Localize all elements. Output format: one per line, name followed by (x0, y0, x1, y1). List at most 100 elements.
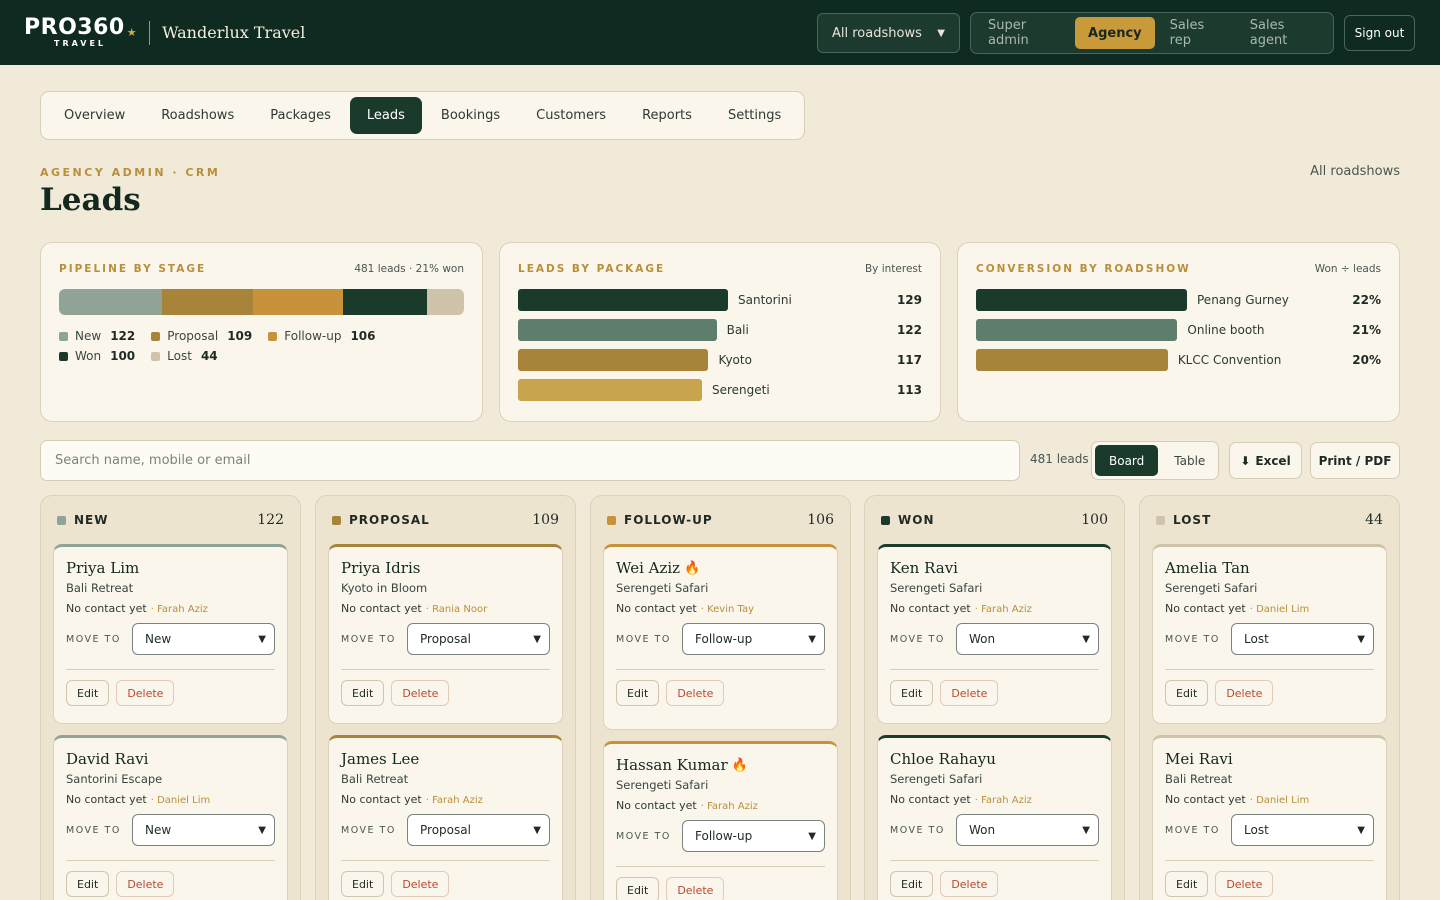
lead-card[interactable]: James Lee Bali Retreat No contact yet · Far… (328, 735, 563, 900)
column-status-dot (881, 515, 890, 525)
delete-button[interactable]: Delete (1215, 680, 1274, 706)
lead-contact-status: No contact yet · Daniel Lim (66, 793, 275, 806)
role-super-admin[interactable]: Super admin (975, 17, 1073, 49)
legend-dot (268, 331, 278, 341)
legend-item-proposal: Proposal 109 (151, 329, 252, 343)
edit-button[interactable]: Edit (616, 680, 660, 706)
delete-button[interactable]: Delete (391, 871, 450, 897)
move-to-select[interactable]: New ▼ (132, 623, 275, 655)
tab-roadshows[interactable]: Roadshows (144, 97, 251, 134)
lead-card[interactable]: Priya Idris Kyoto in Bloom No contact yet ·… (328, 544, 563, 724)
tab-packages[interactable]: Packages (253, 97, 348, 134)
lead-actions: Edit Delete (616, 877, 825, 900)
column-header: NEW 122 (53, 512, 288, 528)
card-divider (616, 866, 825, 867)
assigned-agent: · Daniel Lim (1249, 604, 1310, 615)
delete-button[interactable]: Delete (666, 877, 725, 900)
move-to-select[interactable]: Proposal ▼ (407, 623, 550, 655)
tab-settings[interactable]: Settings (711, 97, 798, 134)
table-view-button[interactable]: Table (1160, 445, 1219, 476)
roadshow-filter-label: All roadshows (1310, 164, 1400, 179)
legend-count: 122 (110, 329, 136, 343)
delete-button[interactable]: Delete (940, 680, 999, 706)
edit-button[interactable]: Edit (341, 871, 385, 897)
edit-button[interactable]: Edit (1165, 871, 1209, 897)
delete-button[interactable]: Delete (1215, 871, 1274, 897)
tab-bookings[interactable]: Bookings (424, 97, 517, 134)
move-to-label: MOVE TO (890, 633, 945, 645)
delete-button[interactable]: Delete (116, 680, 175, 706)
board-view-button[interactable]: Board (1095, 445, 1159, 476)
lead-name-text: David Ravi (66, 750, 149, 768)
chevron-down-icon: ▼ (1357, 633, 1365, 645)
move-to-row: MOVE TO Lost ▼ (1165, 814, 1374, 846)
edit-button[interactable]: Edit (66, 680, 110, 706)
edit-button[interactable]: Edit (1165, 680, 1209, 706)
roadshow-bar (976, 319, 1178, 341)
move-to-select[interactable]: Follow-up ▼ (682, 820, 825, 852)
card-divider (341, 669, 550, 670)
legend-label: Follow-up (284, 329, 342, 343)
lead-card[interactable]: Chloe Rahayu Serengeti Safari No contact y… (877, 735, 1112, 900)
view-toggle: Board Table (1091, 441, 1219, 480)
move-to-select[interactable]: New ▼ (132, 814, 275, 846)
move-to-select-value: New (145, 823, 172, 837)
leads-count: 481 leads (1030, 452, 1089, 466)
edit-button[interactable]: Edit (616, 877, 660, 900)
tab-reports[interactable]: Reports (625, 97, 709, 134)
excel-export-button[interactable]: ⬇ Excel (1229, 442, 1302, 479)
role-sales-rep[interactable]: Sales rep (1157, 17, 1235, 49)
logo-wordmark: PRO360 (24, 15, 125, 40)
pro360-logo[interactable]: PRO360 ★ TRAVEL (24, 17, 137, 48)
delete-button[interactable]: Delete (666, 680, 725, 706)
delete-button[interactable]: Delete (940, 871, 999, 897)
move-to-select[interactable]: Won ▼ (956, 814, 1099, 846)
roadshow-value: 20% (1352, 353, 1381, 367)
tab-customers[interactable]: Customers (519, 97, 623, 134)
lead-name: Ken Ravi (890, 559, 1099, 577)
legend-item-follow-up: Follow-up 106 (268, 329, 376, 343)
sign-out-button[interactable]: Sign out (1344, 15, 1415, 51)
move-to-select[interactable]: Proposal ▼ (407, 814, 550, 846)
lead-name: Priya Lim (66, 559, 275, 577)
lead-package: Serengeti Safari (1165, 581, 1258, 595)
move-to-label: MOVE TO (616, 633, 671, 645)
lead-card[interactable]: Ken Ravi Serengeti Safari No contact yet · … (877, 544, 1112, 724)
roadshow-value: 21% (1352, 323, 1381, 337)
card-divider (890, 669, 1099, 670)
lead-card[interactable]: Priya Lim Bali Retreat No contact yet · Far… (53, 544, 288, 724)
move-to-select[interactable]: Follow-up ▼ (682, 623, 825, 655)
legend-count: 106 (350, 329, 376, 343)
package-label: Santorini (738, 293, 792, 307)
roadshow-row: KLCC Convention 20% (976, 349, 1381, 371)
lead-card[interactable]: Mei Ravi Bali Retreat No contact yet · Dani… (1152, 735, 1387, 900)
column-title: WON (881, 513, 934, 527)
roadshow-select[interactable]: All roadshows ▼ (817, 13, 960, 53)
lead-card[interactable]: Wei Aziz 🔥 Serengeti Safari No contact yet ·… (603, 544, 838, 730)
lead-card[interactable]: David Ravi Santorini Escape No contact yet… (53, 735, 288, 900)
lead-card[interactable]: Hassan Kumar 🔥 Serengeti Safari No contact … (603, 741, 838, 900)
edit-button[interactable]: Edit (890, 871, 934, 897)
tab-overview[interactable]: Overview (47, 97, 142, 134)
edit-button[interactable]: Edit (890, 680, 934, 706)
column-count: 100 (1081, 512, 1108, 528)
role-sales-agent[interactable]: Sales agent (1237, 17, 1329, 49)
edit-button[interactable]: Edit (66, 871, 110, 897)
package-card-title: LEADS BY PACKAGE (518, 263, 666, 275)
print-pdf-button[interactable]: Print / PDF (1310, 442, 1400, 479)
lead-actions: Edit Delete (341, 680, 550, 706)
column-title-text: NEW (74, 513, 109, 527)
delete-button[interactable]: Delete (116, 871, 175, 897)
search-input[interactable]: Search name, mobile or email (40, 440, 1020, 481)
tab-leads[interactable]: Leads (349, 97, 422, 134)
edit-button[interactable]: Edit (341, 680, 385, 706)
legend-dot (59, 331, 68, 341)
lead-actions: Edit Delete (341, 871, 550, 897)
package-row: Santorini 129 (518, 289, 922, 311)
delete-button[interactable]: Delete (391, 680, 450, 706)
move-to-select[interactable]: Won ▼ (956, 623, 1099, 655)
role-agency[interactable]: Agency (1075, 17, 1155, 49)
lead-card[interactable]: Amelia Tan Serengeti Safari No contact yet… (1152, 544, 1387, 724)
move-to-select[interactable]: Lost ▼ (1231, 814, 1374, 846)
move-to-select[interactable]: Lost ▼ (1231, 623, 1374, 655)
